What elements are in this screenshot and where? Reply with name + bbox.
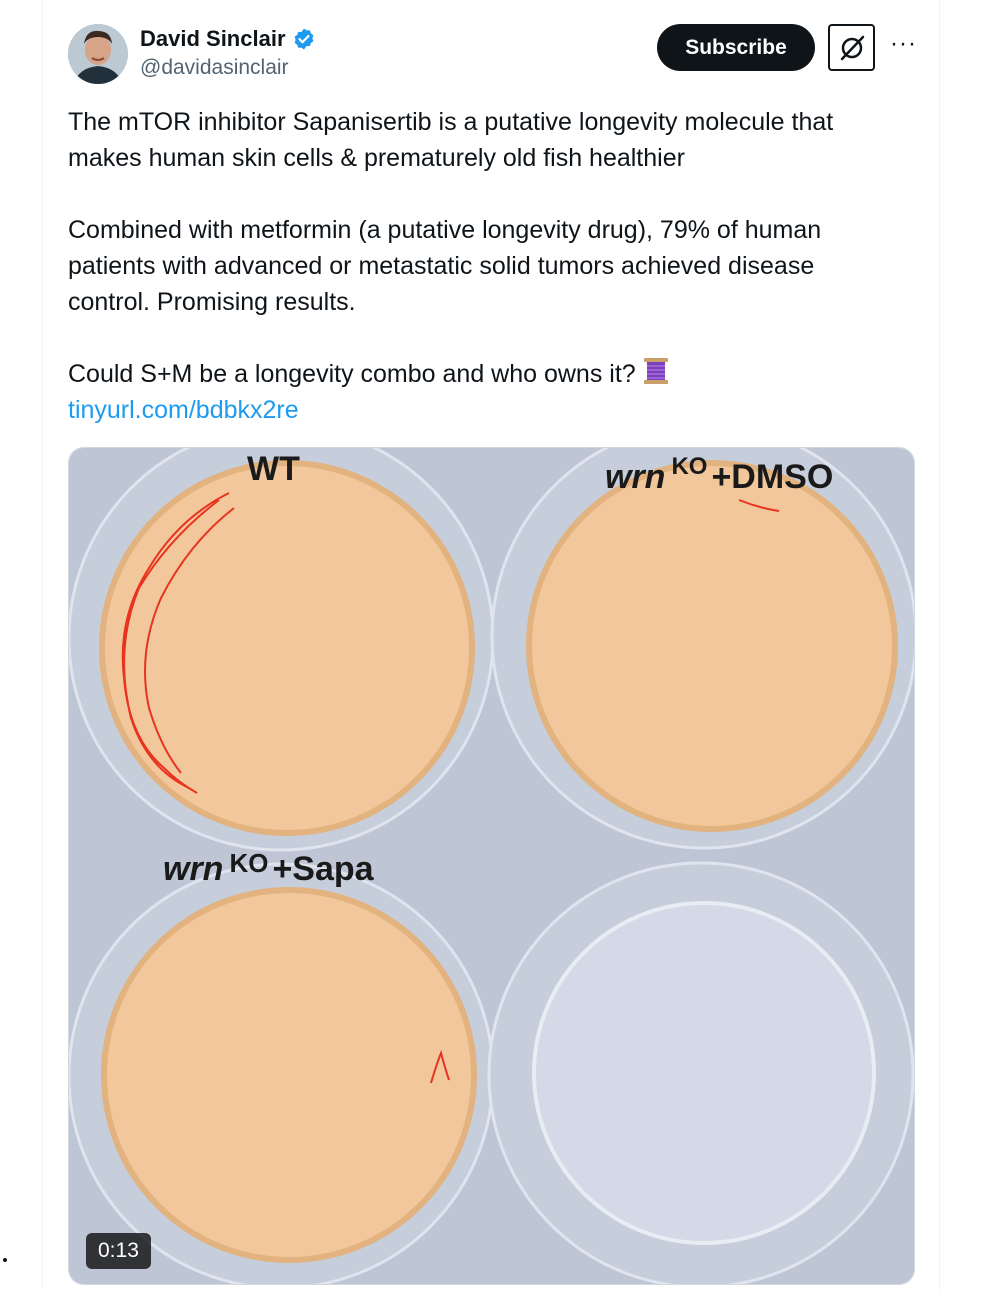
dish-empty xyxy=(532,901,876,1245)
tweet-paragraph-3: Could S+M be a longevity combo and who o… xyxy=(68,356,898,392)
more-options-icon[interactable]: ··· xyxy=(890,30,917,58)
video-player[interactable]: WT wrn KO +DMSO wrn KO +Sapa xyxy=(68,447,915,1285)
tweet-paragraph-1: The mTOR inhibitor Sapanisertib is a put… xyxy=(68,108,834,172)
label-wt: WT xyxy=(247,450,300,488)
label-sapa-suffix: +Sapa xyxy=(272,850,374,888)
grok-button[interactable] xyxy=(828,24,875,71)
tweet-paragraph-2: Combined with metformin (a putative long… xyxy=(68,216,822,316)
author-name[interactable]: David Sinclair xyxy=(140,26,286,52)
thread-spool-emoji-icon xyxy=(642,356,670,386)
dish-wt xyxy=(99,460,475,836)
svg-text:wrnKO+DMSO: wrn KO +DMSO xyxy=(605,453,833,496)
label-sapa-prefix: wrn xyxy=(163,850,223,888)
video-duration-badge: 0:13 xyxy=(86,1233,151,1269)
author-handle[interactable]: @davidasinclair xyxy=(140,56,289,80)
avatar[interactable] xyxy=(68,24,128,84)
tweet-text: The mTOR inhibitor Sapanisertib is a put… xyxy=(68,104,898,428)
subscribe-button[interactable]: Subscribe xyxy=(657,24,815,71)
verified-badge-icon xyxy=(292,27,316,51)
label-dmso-sup: KO xyxy=(671,453,707,480)
dish-dmso xyxy=(526,460,898,832)
label-dmso-prefix: wrn xyxy=(605,458,665,496)
page-dot xyxy=(3,1258,7,1262)
grok-icon xyxy=(840,35,864,60)
tweet-link[interactable]: tinyurl.com/bdbkx2re xyxy=(68,396,299,424)
label-dmso-suffix: +DMSO xyxy=(711,458,833,496)
dish-sapa xyxy=(101,887,477,1263)
tweet-question: Could S+M be a longevity combo and who o… xyxy=(68,360,636,388)
label-sapa-sup: KO xyxy=(229,848,268,878)
